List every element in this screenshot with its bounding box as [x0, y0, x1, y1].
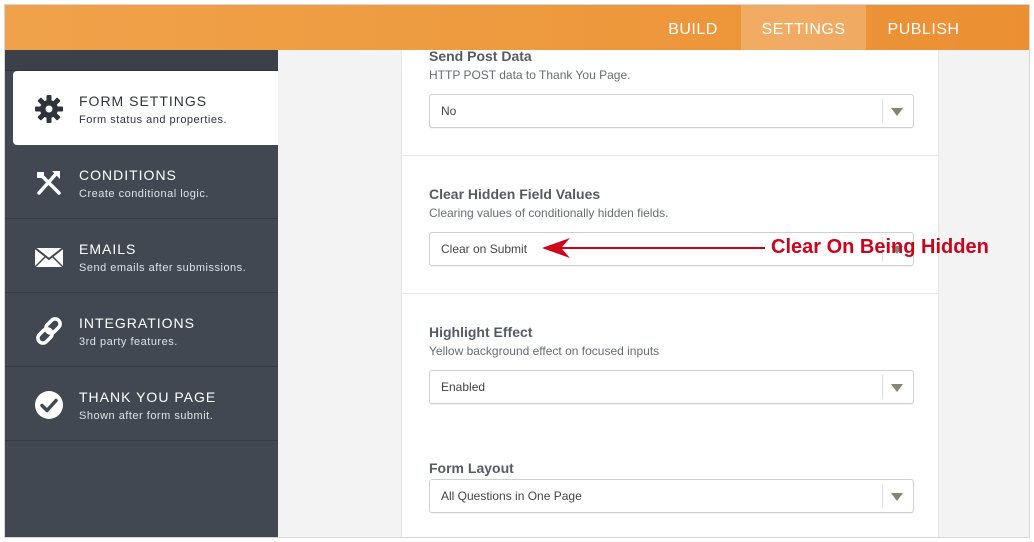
sidebar-item-conditions[interactable]: CONDITIONS Create conditional logic. — [5, 145, 278, 219]
envelope-icon — [34, 247, 64, 268]
send-post-data-title: Send Post Data — [429, 48, 532, 64]
select-value: All Questions in One Page — [441, 489, 582, 503]
app-window: BUILD SETTINGS PUBLISH FORM SETTINGS For… — [4, 4, 1030, 538]
red-arrow-icon — [542, 238, 765, 258]
sidebar-item-subtitle: Send emails after submissions. — [79, 262, 247, 274]
top-navigation-bar: BUILD SETTINGS PUBLISH — [5, 5, 1029, 50]
sidebar-item-title: THANK YOU PAGE — [79, 389, 217, 405]
select-separator — [882, 99, 883, 123]
chevron-down-icon[interactable] — [891, 384, 903, 392]
checkmark-icon — [35, 391, 63, 419]
sidebar-item-emails[interactable]: EMAILS Send emails after submissions. — [5, 219, 278, 293]
select-separator — [882, 375, 883, 399]
highlight-title: Highlight Effect — [429, 324, 533, 340]
form-layout-select[interactable]: All Questions in One Page — [429, 479, 914, 513]
link-icon — [36, 317, 62, 345]
chevron-down-icon[interactable] — [891, 108, 903, 116]
sidebar-item-title: CONDITIONS — [79, 167, 177, 183]
select-separator — [882, 484, 883, 508]
settings-sidebar: FORM SETTINGS Form status and properties… — [5, 50, 278, 537]
sidebar-item-subtitle: Form status and properties. — [79, 114, 228, 126]
highlight-section: Highlight Effect Yellow background effec… — [402, 294, 938, 429]
annotation-callout: Clear On Being Hidden — [540, 236, 989, 260]
select-value: Enabled — [441, 380, 486, 394]
gear-icon — [35, 95, 63, 123]
form-layout-section: Form Layout All Questions in One Page — [402, 429, 938, 537]
sidebar-item-subtitle: Shown after form submit. — [79, 410, 214, 422]
annotation-text: Clear On Being Hidden — [771, 236, 989, 258]
settings-panel: Send Post Data HTTP POST data to Thank Y… — [401, 48, 989, 537]
clear-hidden-description: Clearing values of conditionally hidden … — [429, 206, 669, 220]
sidebar-item-title: FORM SETTINGS — [79, 93, 208, 109]
sidebar-top-cap — [5, 50, 278, 71]
send-post-data-description: HTTP POST data to Thank You Page. — [429, 68, 631, 82]
settings-content: Send Post Data HTTP POST data to Thank Y… — [278, 48, 1029, 537]
highlight-description: Yellow background effect on focused inpu… — [429, 344, 660, 358]
clear-hidden-section: Clear Hidden Field Values Clearing value… — [402, 156, 989, 294]
tab-build[interactable]: BUILD — [645, 5, 741, 50]
select-value: Clear on Submit — [441, 242, 528, 256]
chevron-down-icon[interactable] — [891, 493, 903, 501]
tab-publish[interactable]: PUBLISH — [866, 5, 981, 50]
sidebar-item-form-settings[interactable]: FORM SETTINGS Form status and properties… — [13, 71, 278, 145]
send-post-data-section: Send Post Data HTTP POST data to Thank Y… — [402, 48, 938, 156]
clear-hidden-title: Clear Hidden Field Values — [429, 186, 601, 202]
sidebar-item-thank-you-page[interactable]: THANK YOU PAGE Shown after form submit. — [5, 367, 278, 441]
sidebar-item-subtitle: 3rd party features. — [79, 336, 178, 348]
form-layout-title: Form Layout — [429, 460, 514, 476]
send-post-data-select[interactable]: No — [429, 94, 914, 128]
sidebar-item-title: INTEGRATIONS — [79, 315, 195, 331]
sidebar-item-subtitle: Create conditional logic. — [79, 188, 209, 200]
tab-settings[interactable]: SETTINGS — [741, 5, 866, 50]
conditions-icon — [37, 171, 61, 195]
sidebar-item-integrations[interactable]: INTEGRATIONS 3rd party features. — [5, 293, 278, 367]
sidebar-item-title: EMAILS — [79, 241, 137, 257]
select-value: No — [441, 104, 457, 118]
highlight-select[interactable]: Enabled — [429, 370, 914, 404]
